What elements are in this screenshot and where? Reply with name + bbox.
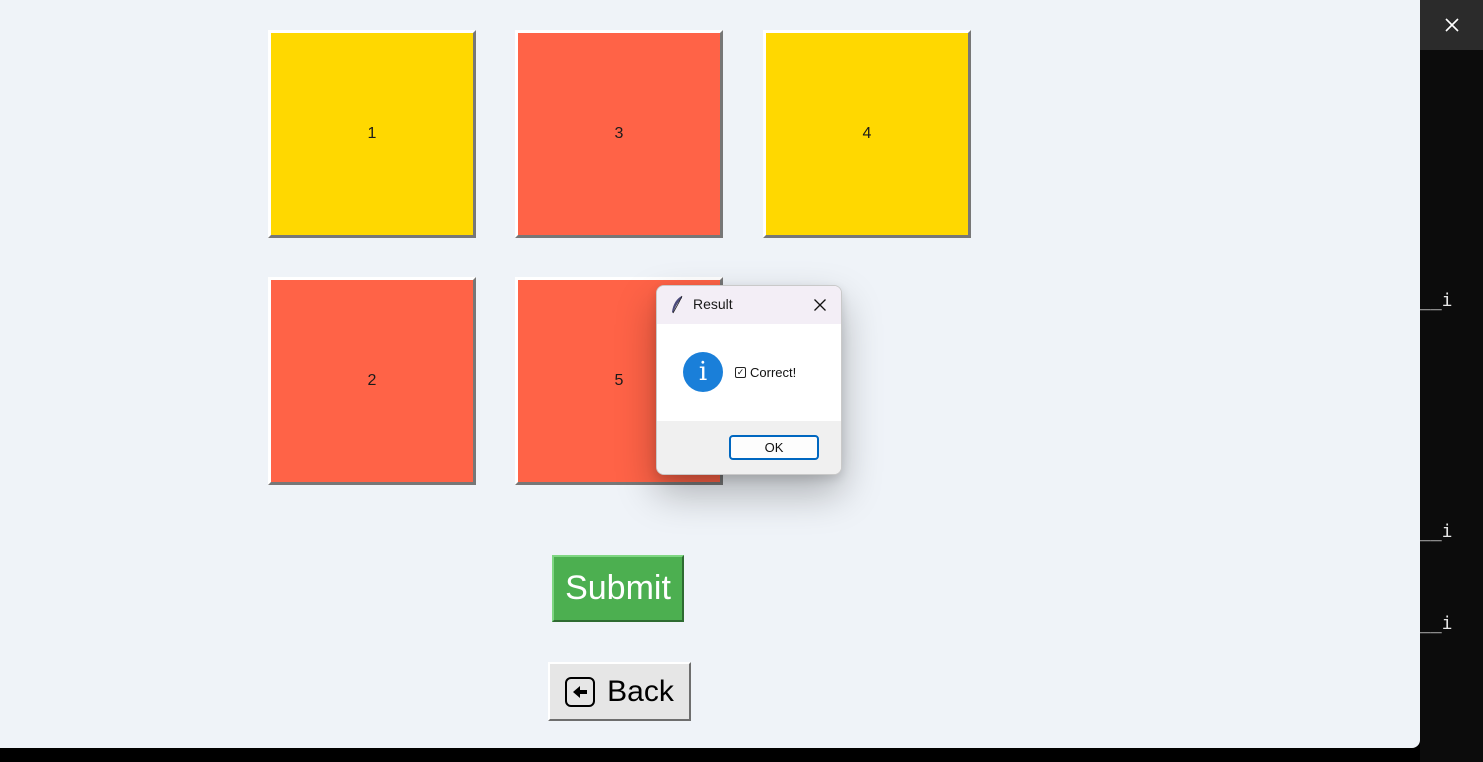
back-button[interactable]: Back: [548, 662, 691, 721]
checkbox-icon: ✓: [735, 367, 746, 378]
result-dialog: Result i ✓ Correct! OK: [656, 285, 842, 475]
terminal-window: [1420, 0, 1483, 762]
tile-label: 5: [614, 372, 624, 389]
dialog-footer: OK: [657, 421, 841, 474]
info-icon: i: [683, 352, 723, 392]
dialog-message-text: Correct!: [750, 365, 797, 380]
terminal-line: __i: [1420, 290, 1453, 311]
dialog-title: Result: [693, 296, 733, 312]
tile-4[interactable]: 4: [763, 30, 971, 238]
close-icon: [1444, 18, 1459, 32]
close-icon: [814, 299, 826, 311]
back-label: Back: [607, 674, 674, 708]
ok-label: OK: [764, 440, 784, 455]
terminal-close-button[interactable]: [1420, 0, 1483, 50]
back-arrow-icon: [565, 676, 596, 707]
terminal-line: __i: [1420, 521, 1453, 542]
feather-icon: [672, 295, 683, 314]
submit-label: Submit: [565, 569, 671, 607]
tile-label: 3: [614, 125, 624, 142]
tile-label: 4: [862, 125, 872, 142]
submit-button[interactable]: Submit: [552, 555, 684, 622]
tile-2[interactable]: 2: [268, 277, 476, 485]
desktop: __i __i __i 1 3 4 2 5 Submit Back Result…: [0, 0, 1483, 762]
dialog-titlebar[interactable]: Result: [657, 286, 841, 324]
tile-label: 2: [367, 372, 377, 389]
dialog-body: i ✓ Correct!: [657, 324, 841, 421]
app-window: 1 3 4 2 5 Submit Back Result i ✓ Correct…: [0, 0, 1420, 748]
dialog-close-button[interactable]: [807, 292, 833, 318]
tile-1[interactable]: 1: [268, 30, 476, 238]
tile-label: 1: [367, 125, 377, 142]
ok-button[interactable]: OK: [729, 435, 819, 460]
dialog-message: ✓ Correct!: [735, 365, 796, 380]
terminal-line: __i: [1420, 613, 1453, 634]
tile-3[interactable]: 3: [515, 30, 723, 238]
